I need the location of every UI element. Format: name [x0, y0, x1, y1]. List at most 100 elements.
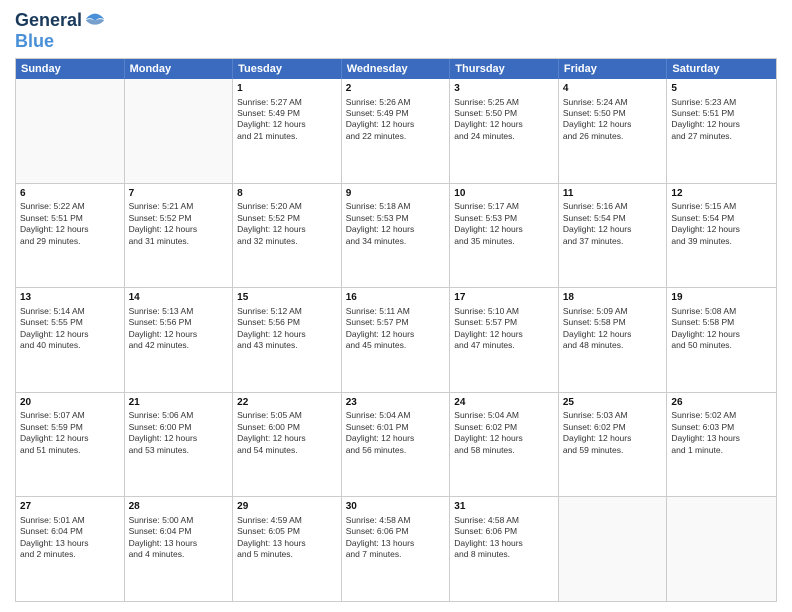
calendar-day-20: 20Sunrise: 5:07 AM Sunset: 5:59 PM Dayli…	[16, 393, 125, 497]
day-number: 21	[129, 396, 229, 410]
day-info: Sunrise: 5:25 AM Sunset: 5:50 PM Dayligh…	[454, 97, 554, 143]
day-info: Sunrise: 5:04 AM Sunset: 6:01 PM Dayligh…	[346, 410, 446, 456]
day-info: Sunrise: 5:26 AM Sunset: 5:49 PM Dayligh…	[346, 97, 446, 143]
calendar-day-23: 23Sunrise: 5:04 AM Sunset: 6:01 PM Dayli…	[342, 393, 451, 497]
day-number: 23	[346, 396, 446, 410]
calendar-day-1: 1Sunrise: 5:27 AM Sunset: 5:49 PM Daylig…	[233, 79, 342, 183]
calendar-day-11: 11Sunrise: 5:16 AM Sunset: 5:54 PM Dayli…	[559, 184, 668, 288]
calendar-day-21: 21Sunrise: 5:06 AM Sunset: 6:00 PM Dayli…	[125, 393, 234, 497]
day-number: 7	[129, 187, 229, 201]
calendar-day-3: 3Sunrise: 5:25 AM Sunset: 5:50 PM Daylig…	[450, 79, 559, 183]
day-info: Sunrise: 5:07 AM Sunset: 5:59 PM Dayligh…	[20, 410, 120, 456]
day-number: 26	[671, 396, 772, 410]
day-info: Sunrise: 5:06 AM Sunset: 6:00 PM Dayligh…	[129, 410, 229, 456]
day-number: 9	[346, 187, 446, 201]
day-number: 27	[20, 500, 120, 514]
calendar-row-3: 13Sunrise: 5:14 AM Sunset: 5:55 PM Dayli…	[16, 287, 776, 392]
day-info: Sunrise: 5:22 AM Sunset: 5:51 PM Dayligh…	[20, 201, 120, 247]
calendar-day-12: 12Sunrise: 5:15 AM Sunset: 5:54 PM Dayli…	[667, 184, 776, 288]
day-number: 31	[454, 500, 554, 514]
day-number: 16	[346, 291, 446, 305]
day-number: 30	[346, 500, 446, 514]
header-day-wednesday: Wednesday	[342, 59, 451, 79]
day-number: 19	[671, 291, 772, 305]
day-info: Sunrise: 4:58 AM Sunset: 6:06 PM Dayligh…	[346, 515, 446, 561]
day-number: 8	[237, 187, 337, 201]
day-number: 25	[563, 396, 663, 410]
day-info: Sunrise: 5:13 AM Sunset: 5:56 PM Dayligh…	[129, 306, 229, 352]
day-number: 14	[129, 291, 229, 305]
day-number: 6	[20, 187, 120, 201]
page-header: General Blue	[15, 10, 777, 52]
day-info: Sunrise: 5:14 AM Sunset: 5:55 PM Dayligh…	[20, 306, 120, 352]
header-day-tuesday: Tuesday	[233, 59, 342, 79]
day-info: Sunrise: 5:12 AM Sunset: 5:56 PM Dayligh…	[237, 306, 337, 352]
day-number: 5	[671, 82, 772, 96]
calendar-day-26: 26Sunrise: 5:02 AM Sunset: 6:03 PM Dayli…	[667, 393, 776, 497]
logo-text-general: General	[15, 11, 82, 31]
calendar-day-25: 25Sunrise: 5:03 AM Sunset: 6:02 PM Dayli…	[559, 393, 668, 497]
calendar-day-empty-4-6	[667, 497, 776, 601]
day-info: Sunrise: 5:27 AM Sunset: 5:49 PM Dayligh…	[237, 97, 337, 143]
day-number: 2	[346, 82, 446, 96]
day-number: 1	[237, 82, 337, 96]
header-day-monday: Monday	[125, 59, 234, 79]
calendar-day-empty-4-5	[559, 497, 668, 601]
calendar-day-19: 19Sunrise: 5:08 AM Sunset: 5:58 PM Dayli…	[667, 288, 776, 392]
calendar-row-5: 27Sunrise: 5:01 AM Sunset: 6:04 PM Dayli…	[16, 496, 776, 601]
day-number: 15	[237, 291, 337, 305]
day-info: Sunrise: 5:10 AM Sunset: 5:57 PM Dayligh…	[454, 306, 554, 352]
calendar-day-27: 27Sunrise: 5:01 AM Sunset: 6:04 PM Dayli…	[16, 497, 125, 601]
day-number: 22	[237, 396, 337, 410]
day-number: 11	[563, 187, 663, 201]
logo-text-blue: Blue	[15, 31, 54, 51]
calendar-day-18: 18Sunrise: 5:09 AM Sunset: 5:58 PM Dayli…	[559, 288, 668, 392]
calendar-day-5: 5Sunrise: 5:23 AM Sunset: 5:51 PM Daylig…	[667, 79, 776, 183]
calendar-row-1: 1Sunrise: 5:27 AM Sunset: 5:49 PM Daylig…	[16, 79, 776, 183]
calendar: SundayMondayTuesdayWednesdayThursdayFrid…	[15, 58, 777, 602]
calendar-day-30: 30Sunrise: 4:58 AM Sunset: 6:06 PM Dayli…	[342, 497, 451, 601]
day-number: 10	[454, 187, 554, 201]
day-number: 12	[671, 187, 772, 201]
day-info: Sunrise: 5:24 AM Sunset: 5:50 PM Dayligh…	[563, 97, 663, 143]
calendar-day-22: 22Sunrise: 5:05 AM Sunset: 6:00 PM Dayli…	[233, 393, 342, 497]
calendar-header: SundayMondayTuesdayWednesdayThursdayFrid…	[16, 59, 776, 79]
day-info: Sunrise: 5:08 AM Sunset: 5:58 PM Dayligh…	[671, 306, 772, 352]
day-number: 20	[20, 396, 120, 410]
calendar-day-empty-0-0	[16, 79, 125, 183]
header-day-sunday: Sunday	[16, 59, 125, 79]
day-info: Sunrise: 5:04 AM Sunset: 6:02 PM Dayligh…	[454, 410, 554, 456]
day-info: Sunrise: 5:02 AM Sunset: 6:03 PM Dayligh…	[671, 410, 772, 456]
calendar-day-9: 9Sunrise: 5:18 AM Sunset: 5:53 PM Daylig…	[342, 184, 451, 288]
day-info: Sunrise: 5:16 AM Sunset: 5:54 PM Dayligh…	[563, 201, 663, 247]
day-info: Sunrise: 4:58 AM Sunset: 6:06 PM Dayligh…	[454, 515, 554, 561]
calendar-day-29: 29Sunrise: 4:59 AM Sunset: 6:05 PM Dayli…	[233, 497, 342, 601]
calendar-day-16: 16Sunrise: 5:11 AM Sunset: 5:57 PM Dayli…	[342, 288, 451, 392]
calendar-day-10: 10Sunrise: 5:17 AM Sunset: 5:53 PM Dayli…	[450, 184, 559, 288]
calendar-day-6: 6Sunrise: 5:22 AM Sunset: 5:51 PM Daylig…	[16, 184, 125, 288]
logo: General Blue	[15, 10, 106, 52]
calendar-body: 1Sunrise: 5:27 AM Sunset: 5:49 PM Daylig…	[16, 79, 776, 601]
day-info: Sunrise: 5:00 AM Sunset: 6:04 PM Dayligh…	[129, 515, 229, 561]
calendar-day-24: 24Sunrise: 5:04 AM Sunset: 6:02 PM Dayli…	[450, 393, 559, 497]
day-number: 17	[454, 291, 554, 305]
calendar-day-31: 31Sunrise: 4:58 AM Sunset: 6:06 PM Dayli…	[450, 497, 559, 601]
header-day-friday: Friday	[559, 59, 668, 79]
day-number: 28	[129, 500, 229, 514]
day-info: Sunrise: 5:23 AM Sunset: 5:51 PM Dayligh…	[671, 97, 772, 143]
day-info: Sunrise: 5:20 AM Sunset: 5:52 PM Dayligh…	[237, 201, 337, 247]
day-number: 18	[563, 291, 663, 305]
logo-bird-icon	[84, 10, 106, 32]
calendar-day-15: 15Sunrise: 5:12 AM Sunset: 5:56 PM Dayli…	[233, 288, 342, 392]
day-info: Sunrise: 5:03 AM Sunset: 6:02 PM Dayligh…	[563, 410, 663, 456]
header-day-thursday: Thursday	[450, 59, 559, 79]
day-info: Sunrise: 5:05 AM Sunset: 6:00 PM Dayligh…	[237, 410, 337, 456]
calendar-day-8: 8Sunrise: 5:20 AM Sunset: 5:52 PM Daylig…	[233, 184, 342, 288]
day-number: 29	[237, 500, 337, 514]
day-info: Sunrise: 5:11 AM Sunset: 5:57 PM Dayligh…	[346, 306, 446, 352]
day-info: Sunrise: 5:01 AM Sunset: 6:04 PM Dayligh…	[20, 515, 120, 561]
calendar-row-4: 20Sunrise: 5:07 AM Sunset: 5:59 PM Dayli…	[16, 392, 776, 497]
header-day-saturday: Saturday	[667, 59, 776, 79]
day-info: Sunrise: 5:17 AM Sunset: 5:53 PM Dayligh…	[454, 201, 554, 247]
calendar-day-7: 7Sunrise: 5:21 AM Sunset: 5:52 PM Daylig…	[125, 184, 234, 288]
